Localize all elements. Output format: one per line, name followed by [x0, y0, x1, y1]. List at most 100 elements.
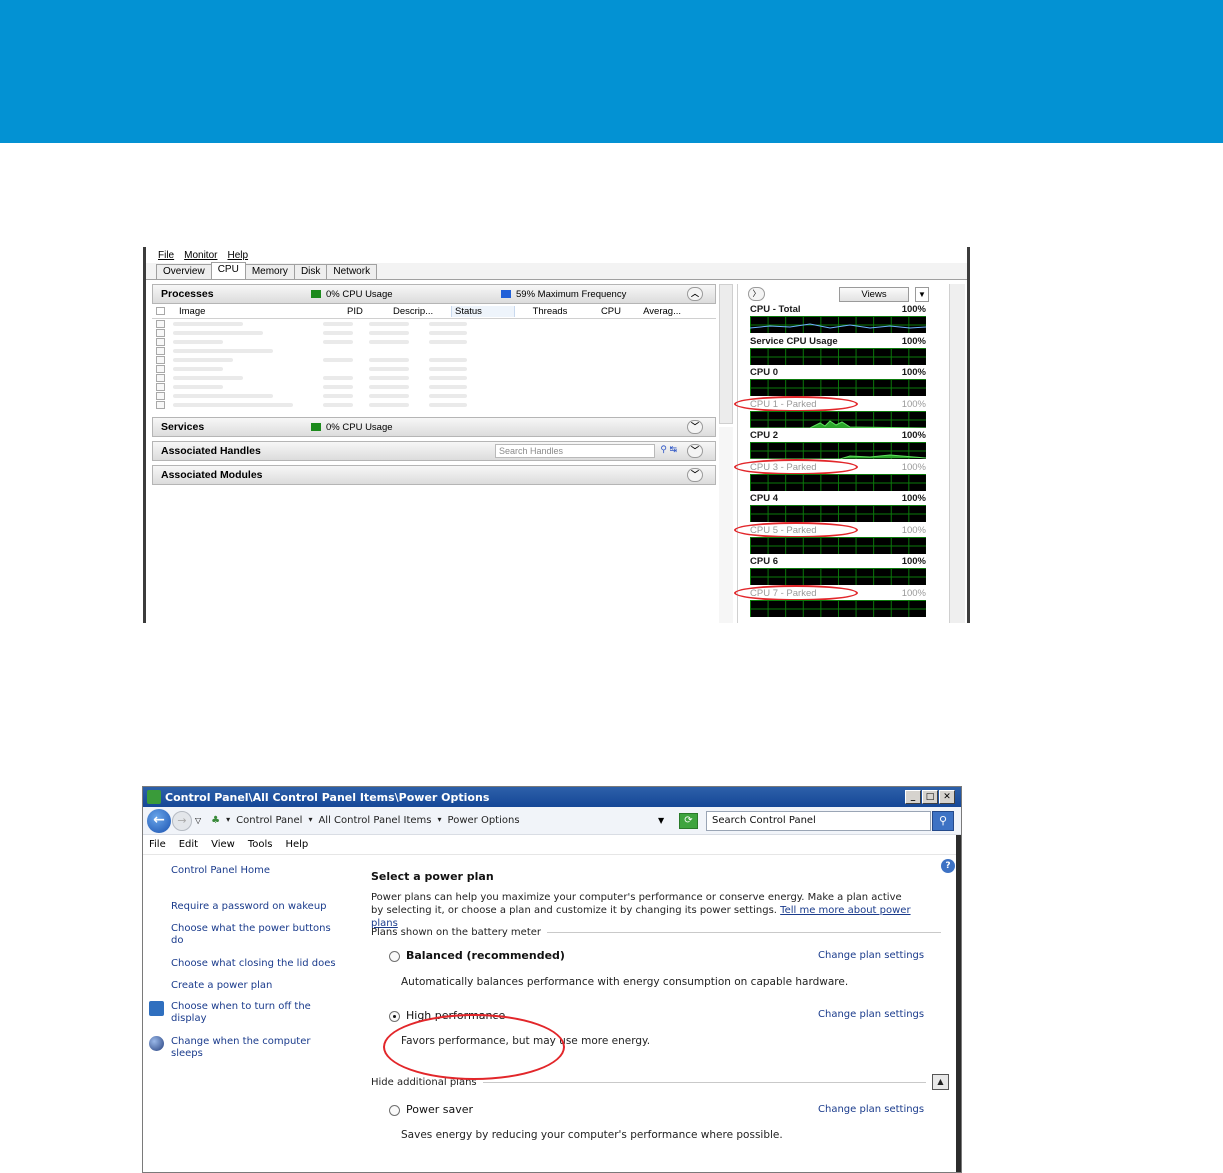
row-checkbox[interactable] — [156, 382, 165, 391]
power-saver-change-settings-link[interactable]: Change plan settings — [818, 1104, 924, 1115]
table-row[interactable] — [152, 328, 716, 337]
sleep-icon — [149, 1036, 164, 1051]
refresh-icon[interactable]: ⟳ — [679, 813, 698, 829]
row-checkbox[interactable] — [156, 346, 165, 355]
col-description[interactable]: Descrip... — [393, 306, 451, 317]
breadcrumb: ♣ ▾ Control Panel ▾ All Control Panel It… — [211, 815, 520, 826]
table-row[interactable] — [152, 346, 716, 355]
col-pid[interactable]: PID — [347, 306, 393, 317]
sidebar-item-lid[interactable]: Choose what closing the lid does — [171, 958, 341, 970]
plan-power-saver[interactable]: Power saver — [389, 1103, 473, 1116]
sidebar-item-power-buttons[interactable]: Choose what the power buttons do — [171, 923, 341, 947]
row-checkbox[interactable] — [156, 319, 165, 328]
collapse-up-icon[interactable]: ▲ — [932, 1074, 949, 1090]
expand-chevron-icon[interactable]: ﹀ — [687, 420, 703, 434]
row-checkbox[interactable] — [156, 355, 165, 364]
breadcrumb-power-options[interactable]: Power Options — [448, 815, 520, 826]
graph-label: CPU - Total — [750, 304, 801, 315]
table-row[interactable] — [152, 337, 716, 346]
high-performance-change-settings-link[interactable]: Change plan settings — [818, 1009, 924, 1020]
sidebar-item-sleep[interactable]: Change when the computer sleeps — [171, 1036, 341, 1060]
cpu-graph: Service CPU Usage 100% — [738, 336, 947, 368]
handles-title: Associated Handles — [161, 445, 261, 457]
address-dropdown-icon[interactable]: ▼ — [658, 816, 664, 825]
services-header[interactable]: Services 0% CPU Usage ﹀ — [152, 417, 716, 437]
col-threads[interactable]: Threads — [515, 306, 585, 317]
table-row[interactable] — [152, 400, 716, 409]
sidebar-item-display[interactable]: Choose when to turn off the display — [171, 1001, 341, 1025]
graph-canvas — [750, 505, 926, 522]
menu-file[interactable]: File — [149, 839, 166, 850]
table-row[interactable] — [152, 355, 716, 364]
table-row[interactable] — [152, 373, 716, 382]
col-average[interactable]: Averag... — [621, 306, 681, 317]
tab-network[interactable]: Network — [326, 264, 378, 279]
processes-scrollbar[interactable] — [719, 284, 733, 424]
expand-chevron-icon[interactable]: ﹀ — [687, 444, 703, 458]
processes-title: Processes — [161, 288, 214, 300]
graph-label: CPU 0 — [750, 367, 778, 378]
back-button[interactable]: ← — [147, 808, 171, 833]
sidebar-item-create-plan[interactable]: Create a power plan — [171, 980, 341, 992]
high-performance-radio[interactable] — [389, 1010, 400, 1022]
graph-percent: 100% — [901, 335, 926, 347]
views-dropdown-icon[interactable]: ▼ — [915, 286, 929, 302]
collapse-chevron-icon[interactable]: ︿ — [687, 287, 703, 301]
menu-tools[interactable]: Tools — [248, 839, 273, 850]
menu-edit[interactable]: Edit — [179, 839, 198, 850]
table-row[interactable] — [152, 319, 716, 328]
rm-menu-file[interactable]: File — [158, 250, 174, 261]
collapse-pane-icon[interactable]: 〉 — [748, 287, 765, 301]
forward-button[interactable]: → — [172, 810, 192, 831]
close-button[interactable]: ✕ — [939, 790, 955, 804]
modules-header[interactable]: Associated Modules ﹀ — [152, 465, 716, 485]
row-checkbox[interactable] — [156, 373, 165, 382]
tab-cpu[interactable]: CPU — [210, 262, 246, 279]
table-row[interactable] — [152, 382, 716, 391]
help-icon[interactable]: ? — [941, 859, 955, 873]
expand-chevron-icon[interactable]: ﹀ — [687, 468, 703, 482]
menu-help[interactable]: Help — [285, 839, 308, 850]
search-handles-input[interactable]: Search Handles — [495, 444, 655, 458]
rm-menu-monitor[interactable]: Monitor — [184, 250, 217, 261]
display-icon — [149, 1001, 164, 1016]
maximize-button[interactable]: □ — [922, 790, 938, 804]
search-icon[interactable]: ⚲ ↹ — [660, 444, 677, 455]
plan-balanced[interactable]: Balanced (recommended) — [389, 949, 565, 962]
select-all-checkbox[interactable] — [156, 307, 165, 315]
sidebar-item-password[interactable]: Require a password on wakeup — [171, 901, 341, 913]
breadcrumb-control-panel[interactable]: Control Panel — [236, 815, 302, 826]
power-saver-radio[interactable] — [389, 1104, 400, 1116]
sidebar-home[interactable]: Control Panel Home — [171, 865, 341, 877]
table-row[interactable] — [152, 364, 716, 373]
col-status[interactable]: Status — [451, 305, 515, 317]
row-checkbox[interactable] — [156, 400, 165, 409]
table-row[interactable] — [152, 391, 716, 400]
col-cpu[interactable]: CPU — [585, 306, 621, 317]
row-checkbox[interactable] — [156, 364, 165, 373]
row-checkbox[interactable] — [156, 391, 165, 400]
history-dropdown-icon[interactable]: ▽ — [195, 816, 201, 825]
row-checkbox[interactable] — [156, 328, 165, 337]
row-checkbox[interactable] — [156, 337, 165, 346]
graph-scrollbar[interactable] — [949, 284, 965, 623]
processes-header[interactable]: Processes 0% CPU Usage 59% Maximum Frequ… — [152, 284, 716, 304]
processes-column-header: Image PID Descrip... Status Threads CPU … — [152, 304, 716, 319]
menu-view[interactable]: View — [211, 839, 235, 850]
page-title: Select a power plan — [371, 870, 494, 883]
resource-monitor-screenshot: File Monitor Help Overview CPU Memory Di… — [143, 247, 970, 623]
rm-menu-help[interactable]: Help — [227, 250, 248, 261]
breadcrumb-all-items[interactable]: All Control Panel Items — [318, 815, 431, 826]
tab-overview[interactable]: Overview — [156, 264, 212, 279]
balanced-change-settings-link[interactable]: Change plan settings — [818, 950, 924, 961]
views-button[interactable]: Views — [839, 286, 909, 302]
tab-disk[interactable]: Disk — [293, 264, 328, 279]
col-image[interactable]: Image — [179, 306, 347, 317]
handles-header[interactable]: Associated Handles Search Handles ⚲ ↹ ﹀ — [152, 441, 716, 461]
pane-splitter[interactable] — [719, 427, 733, 623]
minimize-button[interactable]: _ — [905, 790, 921, 804]
balanced-radio[interactable] — [389, 950, 400, 962]
search-input[interactable]: Search Control Panel — [706, 811, 931, 831]
tab-memory[interactable]: Memory — [244, 264, 295, 279]
search-icon[interactable]: ⚲ — [932, 811, 954, 831]
